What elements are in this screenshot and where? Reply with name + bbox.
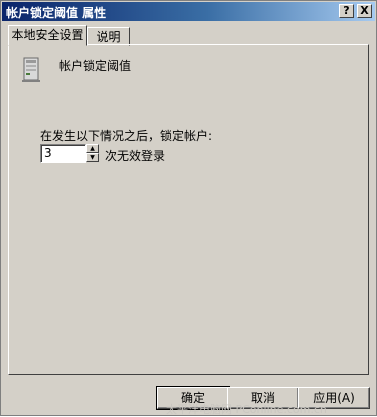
policy-name: 帐户锁定阈值 xyxy=(59,59,132,73)
window-title: 帐户锁定阈值 属性 xyxy=(6,6,107,20)
server-computer-icon xyxy=(22,57,40,82)
invalid-logon-label: 次无效登录 xyxy=(105,149,166,163)
spin-down-button[interactable]: ▼ xyxy=(86,153,99,162)
help-button[interactable]: ? xyxy=(339,4,354,18)
tab-panel: 帐户锁定阈值 xyxy=(8,44,369,375)
properties-dialog: 帐户锁定阈值 属性 ? X 本地安全设置 说明 帐户锁定阈值 在发生以下情况之后… xyxy=(0,0,377,416)
spin-up-button[interactable]: ▲ xyxy=(86,144,99,153)
tab-local-security-setting[interactable]: 本地安全设置 xyxy=(8,25,87,46)
close-button[interactable]: X xyxy=(357,4,372,18)
watermark: 太平洋电脑网 PConline.com.cn xyxy=(166,403,327,416)
threshold-input[interactable]: 3 xyxy=(40,144,86,163)
lockout-prompt: 在发生以下情况之后，锁定帐户: xyxy=(40,129,213,143)
title-bar[interactable]: 帐户锁定阈值 属性 ? X xyxy=(2,2,375,21)
